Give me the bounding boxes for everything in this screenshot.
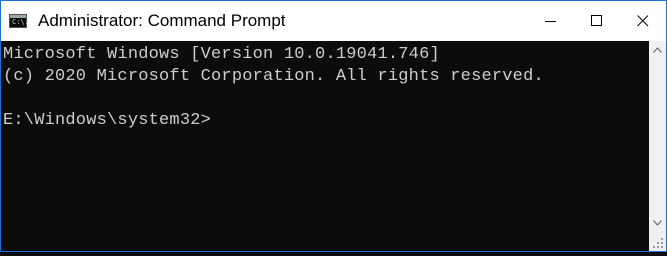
command-prompt-window: C:\. Administrator: Command Prompt Micro… — [0, 0, 667, 252]
app-icon-text: C:\. — [12, 18, 29, 26]
chevron-up-icon — [653, 46, 662, 53]
console-line: Microsoft Windows [Version 10.0.19041.74… — [3, 45, 440, 64]
chevron-down-icon — [653, 219, 662, 226]
resize-grip-icon[interactable] — [649, 234, 666, 251]
command-prompt-icon[interactable]: C:\. — [9, 14, 29, 28]
console-output[interactable]: Microsoft Windows [Version 10.0.19041.74… — [1, 41, 649, 251]
minimize-icon — [545, 21, 556, 22]
console-prompt: E:\Windows\system32> — [3, 111, 212, 130]
scroll-up-button[interactable] — [649, 41, 666, 58]
window-title: Administrator: Command Prompt — [38, 11, 286, 30]
close-icon — [637, 15, 649, 27]
maximize-button[interactable] — [574, 1, 620, 41]
scroll-down-button[interactable] — [649, 214, 666, 231]
maximize-icon — [591, 15, 602, 26]
window-controls — [528, 1, 666, 41]
title-bar[interactable]: C:\. Administrator: Command Prompt — [1, 1, 666, 41]
vertical-scrollbar[interactable] — [649, 41, 666, 251]
close-button[interactable] — [620, 1, 666, 41]
console-line: (c) 2020 Microsoft Corporation. All righ… — [3, 67, 544, 86]
scrollbar-thumb[interactable] — [651, 58, 664, 218]
minimize-button[interactable] — [528, 1, 574, 41]
